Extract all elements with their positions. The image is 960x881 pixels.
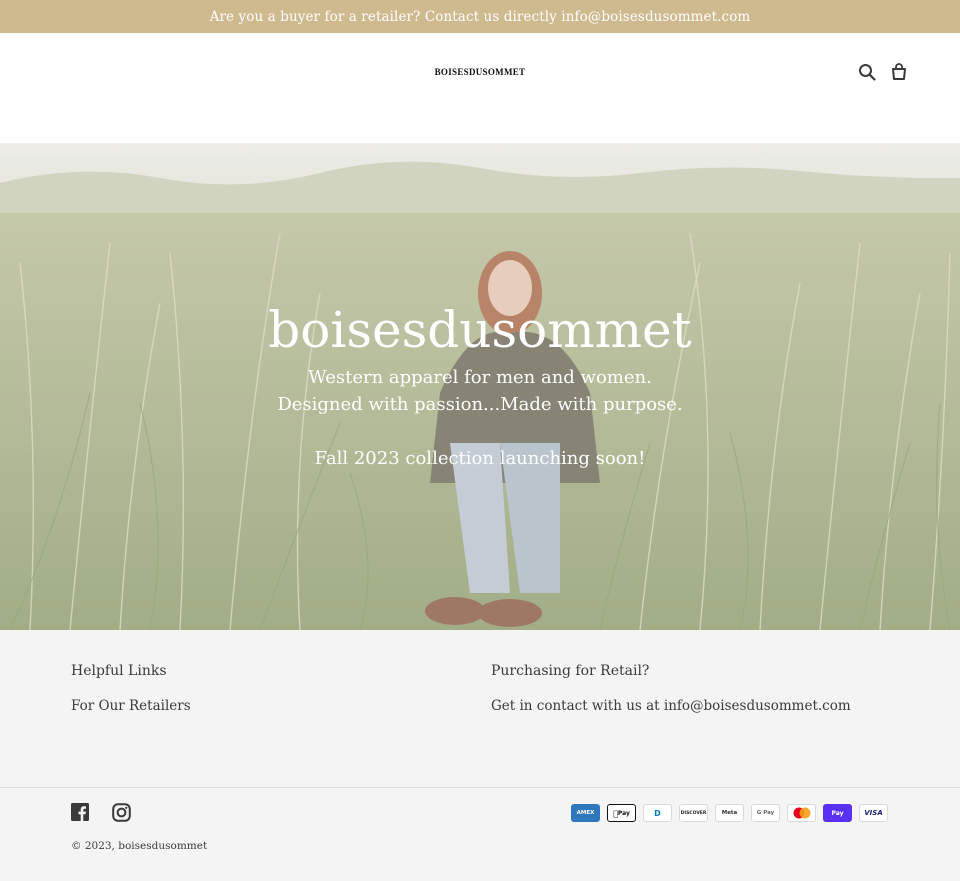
announcement-text: Are you a buyer for a retailer? Contact … xyxy=(209,8,751,25)
meta-pay-icon: Meta xyxy=(715,804,744,822)
google-pay-icon: G Pay xyxy=(751,804,780,822)
visa-icon: VISA xyxy=(859,804,888,822)
site-footer: Helpful Links For Our Retailers Purchasi… xyxy=(0,630,960,881)
instagram-icon[interactable] xyxy=(112,803,132,823)
hero-launch-note: Fall 2023 collection launching soon! xyxy=(314,448,646,469)
announcement-bar: Are you a buyer for a retailer? Contact … xyxy=(0,0,960,33)
copyright-text: © 2023, boisesdusommet xyxy=(71,840,208,852)
hero-tagline-2: Designed with passion...Made with purpos… xyxy=(277,394,683,415)
amex-icon: AMEX xyxy=(571,804,600,822)
hero-title: boisesdusommet xyxy=(268,301,692,359)
footer-link-for-our-retailers[interactable]: For Our Retailers xyxy=(71,698,191,714)
retail-contact-text: Get in contact with us at info@boisesdus… xyxy=(491,698,851,714)
payment-icons: AMEX Pay D DISCOVER Meta G Pay Pay VISA xyxy=(571,804,888,822)
diners-club-icon: D xyxy=(643,804,672,822)
shop-pay-icon: Pay xyxy=(823,804,852,822)
mastercard-icon xyxy=(787,804,816,822)
cart-icon[interactable] xyxy=(887,60,911,84)
search-icon[interactable] xyxy=(855,60,879,84)
retail-heading: Purchasing for Retail? xyxy=(491,663,650,679)
hero-banner: boisesdusommet Western apparel for men a… xyxy=(0,143,960,630)
site-logo[interactable]: BOISESDUSOMMET xyxy=(0,67,960,77)
site-header: BOISESDUSOMMET xyxy=(0,33,960,143)
facebook-icon[interactable] xyxy=(71,803,91,823)
hero-tagline-1: Western apparel for men and women. xyxy=(308,367,652,388)
apple-pay-icon: Pay xyxy=(607,804,636,822)
helpful-links-heading: Helpful Links xyxy=(71,663,167,679)
discover-icon: DISCOVER xyxy=(679,804,708,822)
footer-divider xyxy=(0,787,960,788)
